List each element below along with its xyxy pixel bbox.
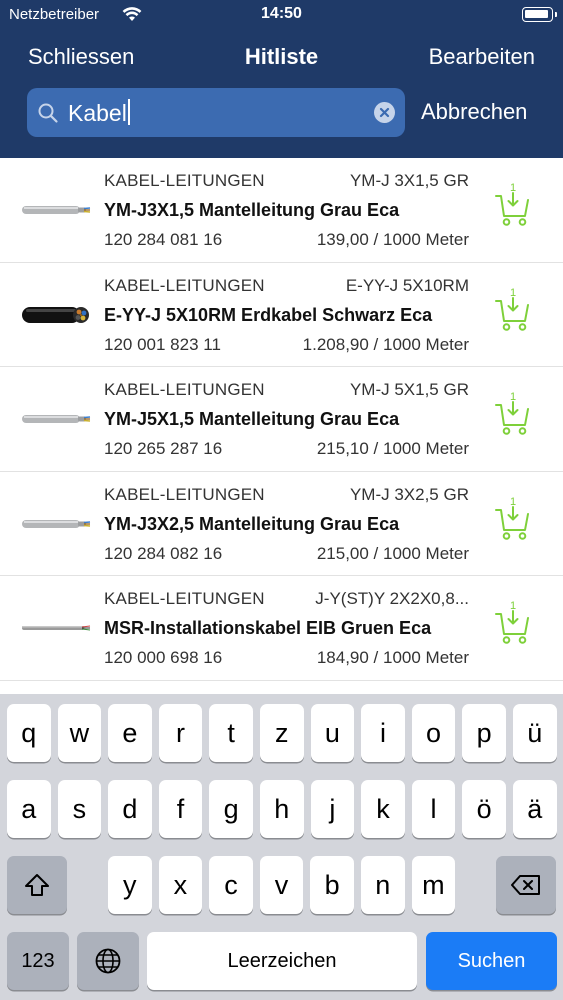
key-h[interactable]: h [260,780,304,838]
result-row[interactable]: KABEL-LEITUNGEN YM-J 5X1,5 GR YM-J5X1,5 Ma… [0,367,563,472]
key-e[interactable]: e [108,704,152,762]
key-u[interactable]: u [310,704,355,762]
key-q[interactable]: q [7,704,51,762]
product-code: YM-J 3X2,5 GR [349,484,469,504]
cable-image [20,512,92,536]
key-r[interactable]: r [158,704,203,762]
add-to-cart-icon[interactable]: 1 [494,598,532,646]
battery-icon [522,7,557,22]
key-d[interactable]: d [108,780,152,838]
add-to-cart-icon[interactable]: 1 [494,180,532,228]
key-z[interactable]: z [260,704,304,762]
clock: 14:50 [261,5,302,22]
cable-image [20,616,92,640]
product-name: MSR-Installationskabel EIB Gruen Eca [104,618,432,638]
key-i[interactable]: i [361,704,405,762]
cable-image [20,407,92,431]
globe-icon [95,948,121,974]
key-f[interactable]: f [158,780,203,838]
key-l[interactable]: l [411,780,456,838]
edit-button[interactable]: Bearbeiten [429,44,535,70]
globe-key[interactable] [77,932,139,990]
backspace-icon [511,875,540,895]
key-m[interactable]: m [411,856,456,914]
search-input-value: Kabel [68,100,127,126]
key-c[interactable]: c [209,856,253,914]
article-number: 120 284 082 16 [104,543,223,563]
key-b[interactable]: b [310,856,354,914]
key-s[interactable]: s [57,780,102,838]
key-ä[interactable]: ä [513,780,557,838]
status-bar: Netzbetreiber 14:50 [0,0,563,30]
result-row[interactable]: KABEL-LEITUNGEN J-Y(ST)Y 2X2X0,8... MSR-In… [0,576,563,681]
result-row[interactable]: KABEL-LEITUNGEN YM-J 3X1,5 GR YM-J3X1,5 Ma… [0,158,563,263]
key-t[interactable]: t [209,704,253,762]
product-name: YM-J3X1,5 Mantelleitung Grau Eca [104,200,400,220]
key-w[interactable]: w [57,704,102,762]
search-input[interactable]: Kabel [68,99,130,127]
product-code: YM-J 5X1,5 GR [349,380,469,399]
clear-search-icon[interactable] [374,102,395,123]
product-category: KABEL-LEITUNGEN [104,380,265,399]
add-to-cart-icon[interactable]: 1 [494,285,532,333]
close-button[interactable]: Schliessen [28,44,134,70]
delete-key[interactable] [496,856,556,914]
space-key[interactable]: Leerzeichen [147,932,417,990]
product-code: J-Y(ST)Y 2X2X0,8... [315,589,469,608]
key-v[interactable]: v [259,856,304,914]
key-n[interactable]: n [361,856,405,914]
result-row[interactable]: KABEL-LEITUNGEN E-YY-J 5X10RM E-YY-J 5X10R… [0,262,563,367]
product-name: E-YY-J 5X10RM Erdkabel Schwarz Eca [104,304,433,325]
key-g[interactable]: g [209,780,253,838]
navigation-bar: Schliessen Hitliste Bearbeiten [0,38,563,78]
article-number: 120 001 823 11 [104,334,221,354]
key-y[interactable]: y [108,856,152,914]
product-price: 184,90 / 1000 Meter [316,648,469,667]
shift-key[interactable] [7,856,67,914]
product-category: KABEL-LEITUNGEN [104,484,265,504]
add-to-cart-icon[interactable]: 1 [494,389,532,437]
key-j[interactable]: j [310,780,355,838]
result-list: KABEL-LEITUNGEN YM-J 3X1,5 GR YM-J3X1,5 Ma… [0,158,563,681]
header: Netzbetreiber 14:50 Schliessen Hitliste … [0,0,563,158]
cable-image [20,303,92,327]
search-field[interactable]: Kabel [27,88,405,137]
key-a[interactable]: a [7,780,51,838]
keyboard: q w e r t z u i o p ü a s d f g h j k l ö ä y x c v b n m 123 Leerzeic… [0,694,563,1000]
result-row[interactable]: KABEL-LEITUNGEN YM-J 3X2,5 GR YM-J3X2,5 Ma… [0,471,563,576]
product-category: KABEL-LEITUNGEN [104,171,265,190]
product-code: YM-J 3X1,5 GR [349,171,469,190]
shift-icon [25,874,49,896]
cancel-search-button[interactable]: Abbrechen [421,99,527,125]
product-category: KABEL-LEITUNGEN [104,275,265,295]
search-key[interactable]: Suchen [426,932,557,990]
key-ö[interactable]: ö [462,780,506,838]
article-number: 120 284 081 16 [104,230,223,249]
product-name: YM-J5X1,5 Mantelleitung Grau Eca [104,409,400,429]
key-o[interactable]: o [411,704,456,762]
article-number: 120 265 287 16 [104,439,223,458]
numbers-key[interactable]: 123 [7,932,69,990]
add-to-cart-icon[interactable]: 1 [494,494,532,542]
product-price: 215,10 / 1000 Meter [316,439,469,458]
product-price: 1.208,90 / 1000 Meter [302,334,469,354]
text-cursor [127,99,130,125]
key-p[interactable]: p [462,704,506,762]
product-name: YM-J3X2,5 Mantelleitung Grau Eca [104,513,400,534]
search-icon [38,103,58,123]
product-price: 215,00 / 1000 Meter [316,543,469,563]
product-code: E-YY-J 5X10RM [345,275,469,295]
key-x[interactable]: x [158,856,203,914]
key-k[interactable]: k [361,780,405,838]
product-price: 139,00 / 1000 Meter [316,230,469,249]
article-number: 120 000 698 16 [104,648,223,667]
cable-image [20,198,92,222]
key-ü[interactable]: ü [513,704,557,762]
product-category: KABEL-LEITUNGEN [104,589,265,608]
